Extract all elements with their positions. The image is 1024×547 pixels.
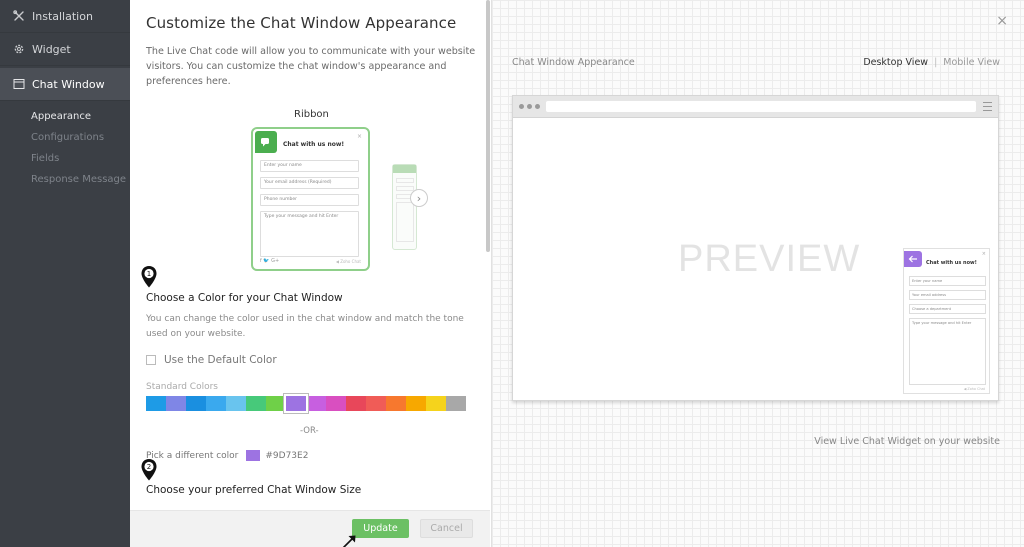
view-toggle: Desktop View | Mobile View bbox=[863, 57, 1000, 68]
view-separator: | bbox=[934, 57, 938, 68]
ghost-header bbox=[393, 165, 416, 173]
social-icons: f 🐦 G+ bbox=[260, 258, 280, 264]
color-swatch[interactable] bbox=[406, 396, 426, 411]
sidebar-item-label: Chat Window bbox=[32, 77, 105, 91]
color-swatch[interactable] bbox=[206, 396, 226, 411]
view-live-widget-link[interactable]: View Live Chat Widget on your website bbox=[814, 436, 1000, 447]
color-swatch[interactable] bbox=[326, 396, 346, 411]
panel-footer: Update Cancel bbox=[130, 510, 490, 547]
color-swatch[interactable] bbox=[226, 396, 246, 411]
picked-color-value: #9D73E2 bbox=[265, 450, 309, 461]
page-title: Customize the Chat Window Appearance bbox=[146, 14, 457, 32]
ribbon-phone-field: Phone number bbox=[260, 194, 359, 206]
powered-by-text: ◀ Zoho Chat bbox=[335, 259, 361, 264]
color-swatch[interactable] bbox=[266, 396, 286, 411]
ribbon-email-field: Your email address (Required) bbox=[260, 177, 359, 189]
mini-chat-title: Chat with us now! bbox=[926, 260, 977, 266]
tools-icon bbox=[12, 10, 25, 23]
or-divider: -OR- bbox=[300, 426, 319, 436]
color-swatch[interactable] bbox=[146, 396, 166, 411]
mini-message-field: Type your message and hit Enter bbox=[909, 318, 986, 385]
window-dots-icon bbox=[519, 104, 540, 109]
color-swatch[interactable] bbox=[186, 396, 206, 411]
chevron-right-icon[interactable]: › bbox=[410, 189, 428, 207]
browser-toolbar bbox=[513, 96, 998, 118]
color-swatch[interactable] bbox=[446, 396, 466, 411]
color-swatch[interactable] bbox=[386, 396, 406, 411]
chat-window-preview: Chat with us now! × Enter your name Your… bbox=[903, 248, 990, 394]
browser-mockup: PREVIEW Chat with us now! × Enter your n… bbox=[512, 95, 999, 401]
ribbon-chat-title: Chat with us now! bbox=[283, 141, 345, 148]
update-button[interactable]: Update bbox=[352, 519, 409, 538]
mini-email-field: Your email address bbox=[909, 290, 986, 300]
ghost-field bbox=[396, 178, 414, 183]
gear-icon bbox=[12, 43, 25, 56]
window-icon bbox=[12, 78, 25, 91]
ribbon-name-field: Enter your name bbox=[260, 160, 359, 172]
settings-panel: Customize the Chat Window Appearance The… bbox=[130, 0, 492, 547]
sidebar-subitem-appearance[interactable]: Appearance bbox=[0, 106, 130, 127]
standard-colors-label: Standard Colors bbox=[146, 382, 218, 392]
sidebar-item-label: Widget bbox=[32, 42, 71, 56]
sidebar-submenu: Appearance Configurations Fields Respons… bbox=[0, 101, 130, 190]
pick-color-label: Pick a different color bbox=[146, 450, 239, 461]
default-color-option[interactable]: Use the Default Color bbox=[146, 354, 277, 366]
ghost-field bbox=[396, 186, 414, 191]
mobile-view-tab[interactable]: Mobile View bbox=[943, 57, 1000, 68]
step-1-pin-icon: 1 bbox=[141, 266, 157, 288]
scrollbar[interactable] bbox=[486, 0, 490, 252]
mini-department-select: Choose a department bbox=[909, 304, 986, 314]
step-1-number: 1 bbox=[147, 270, 151, 278]
menu-icon bbox=[983, 102, 992, 114]
sidebar-item-label: Installation bbox=[32, 9, 93, 23]
default-color-label: Use the Default Color bbox=[164, 354, 277, 366]
mini-name-field: Enter your name bbox=[909, 276, 986, 286]
preview-area: × Chat Window Appearance Desktop View | … bbox=[492, 0, 1024, 547]
sidebar-item-installation[interactable]: Installation bbox=[0, 0, 130, 33]
color-swatch[interactable] bbox=[426, 396, 446, 411]
sidebar-item-widget[interactable]: Widget bbox=[0, 33, 130, 66]
ghost-field bbox=[396, 202, 414, 242]
pick-color-row: Pick a different color #9D73E2 bbox=[146, 450, 308, 461]
close-icon[interactable]: × bbox=[996, 13, 1008, 29]
color-picker-chip[interactable] bbox=[246, 450, 261, 461]
color-swatches bbox=[146, 394, 466, 413]
ribbon-label: Ribbon bbox=[294, 109, 329, 120]
close-icon: × bbox=[356, 133, 362, 140]
pointer-arrow-icon bbox=[342, 535, 356, 547]
desktop-view-tab[interactable]: Desktop View bbox=[863, 57, 928, 68]
preview-label: Chat Window Appearance bbox=[512, 57, 635, 68]
size-section-title: Choose your preferred Chat Window Size bbox=[146, 484, 362, 496]
cancel-button[interactable]: Cancel bbox=[420, 519, 473, 538]
next-style-option[interactable] bbox=[392, 164, 417, 250]
color-swatch[interactable] bbox=[366, 396, 386, 411]
default-color-checkbox[interactable] bbox=[146, 355, 156, 365]
sidebar-subitem-response-message[interactable]: Response Message bbox=[0, 169, 130, 190]
sidebar-subitem-fields[interactable]: Fields bbox=[0, 148, 130, 169]
close-icon: × bbox=[981, 251, 986, 257]
color-section-description: You can change the color used in the cha… bbox=[146, 314, 464, 339]
sidebar-subitem-configurations[interactable]: Configurations bbox=[0, 127, 130, 148]
color-swatch[interactable] bbox=[346, 396, 366, 411]
sidebar: Installation Widget Chat Window Appearan… bbox=[0, 0, 130, 547]
preview-watermark: PREVIEW bbox=[678, 238, 861, 280]
sidebar-item-chat-window[interactable]: Chat Window bbox=[0, 68, 130, 101]
powered-by-text: ◀ Zoho Chat bbox=[963, 387, 985, 391]
ribbon-style-option[interactable]: Chat with us now! × Enter your name Your… bbox=[251, 127, 370, 271]
color-swatch[interactable] bbox=[306, 396, 326, 411]
back-arrow-icon bbox=[904, 251, 922, 267]
chat-bubble-icon bbox=[255, 131, 277, 153]
ribbon-message-field: Type your message and hit Enter bbox=[260, 211, 359, 257]
step-2-pin-icon: 2 bbox=[141, 459, 157, 481]
color-swatch[interactable] bbox=[246, 396, 266, 411]
color-swatch[interactable] bbox=[284, 394, 308, 413]
step-2-number: 2 bbox=[147, 463, 151, 471]
color-swatch[interactable] bbox=[166, 396, 186, 411]
color-section-title: Choose a Color for your Chat Window bbox=[146, 292, 343, 304]
page-description: The Live Chat code will allow you to com… bbox=[146, 46, 476, 87]
address-bar bbox=[546, 101, 976, 112]
